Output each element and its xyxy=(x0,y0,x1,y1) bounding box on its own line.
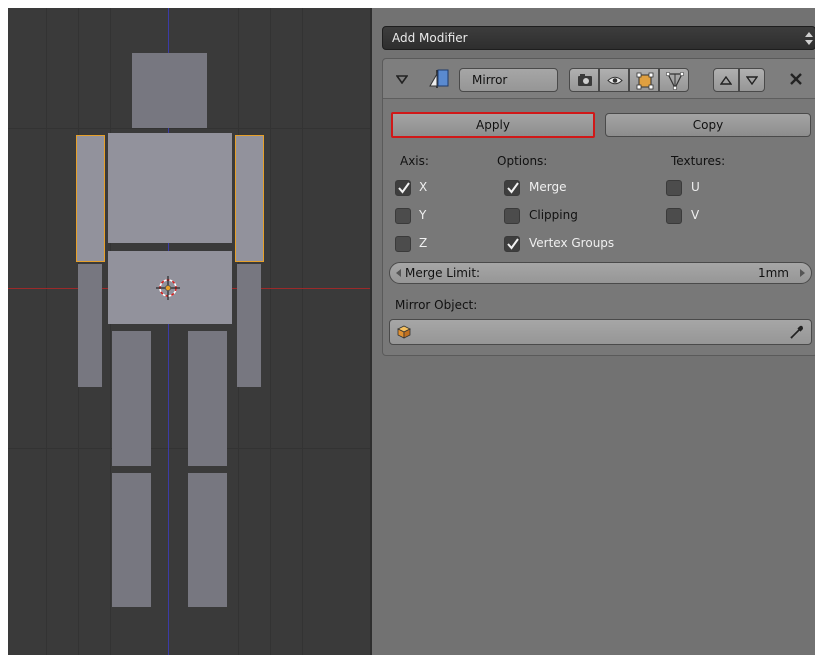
grid-line xyxy=(46,8,47,655)
viewport-toggle-button[interactable] xyxy=(599,68,629,92)
checkbox-box[interactable] xyxy=(395,180,411,196)
clipping-label: Clipping xyxy=(529,208,578,222)
editmode-toggle-button[interactable] xyxy=(629,68,659,92)
grid-line xyxy=(8,128,370,129)
mesh-thigh-right[interactable] xyxy=(188,331,227,466)
texture-u-label: U xyxy=(691,180,700,194)
eyedropper-icon[interactable] xyxy=(789,324,805,340)
merge-limit-label: Merge Limit: xyxy=(405,266,481,280)
checkbox-box[interactable] xyxy=(666,180,682,196)
grid-line xyxy=(110,8,111,655)
add-modifier-label: Add Modifier xyxy=(392,31,468,45)
options-heading: Options: xyxy=(497,154,548,168)
checkbox-box[interactable] xyxy=(504,236,520,252)
mesh-head[interactable] xyxy=(132,53,207,128)
triangle-down-icon[interactable] xyxy=(396,75,408,84)
up-down-arrows-icon xyxy=(805,32,813,45)
grid-line xyxy=(270,8,271,655)
cube-icon xyxy=(397,325,411,339)
vertex-triangle-icon xyxy=(666,72,684,90)
move-down-button[interactable] xyxy=(739,68,765,92)
camera-icon xyxy=(578,74,592,86)
checkmark-icon xyxy=(507,182,519,194)
vertex-groups-label: Vertex Groups xyxy=(529,236,615,250)
mirror-modifier-box: Mirror Apply Copy Axis: Options: Texture… xyxy=(382,58,815,356)
eye-icon xyxy=(607,76,623,85)
axis-y-label: Y xyxy=(419,208,427,222)
axis-heading: Axis: xyxy=(400,154,429,168)
mesh-upper-arm-right[interactable] xyxy=(235,135,264,262)
checkbox-box[interactable] xyxy=(395,208,411,224)
copy-button[interactable]: Copy xyxy=(605,113,811,137)
mesh-forearm-right[interactable] xyxy=(237,264,261,387)
arrow-down-icon xyxy=(746,76,758,85)
render-toggle-button[interactable] xyxy=(569,68,599,92)
editmode-icon xyxy=(636,72,654,90)
mirror-object-label: Mirror Object: xyxy=(395,298,478,312)
merge-limit-value: 1mm xyxy=(757,266,789,280)
3d-viewport[interactable] xyxy=(8,8,370,655)
checkbox-box[interactable] xyxy=(504,180,520,196)
texture-v-label: V xyxy=(691,208,700,222)
mesh-torso[interactable] xyxy=(108,133,232,243)
merge-limit-slider[interactable]: Merge Limit: 1mm xyxy=(389,262,812,284)
add-modifier-dropdown[interactable]: Add Modifier xyxy=(382,26,815,50)
checkmark-icon xyxy=(507,238,519,250)
checkbox-box[interactable] xyxy=(395,236,411,252)
axis-x-label: X xyxy=(419,180,428,194)
cage-toggle-button[interactable] xyxy=(659,68,689,92)
move-up-button[interactable] xyxy=(713,68,739,92)
modifier-properties-panel: Add Modifier Mirror Apply Copy Axis: Opt… xyxy=(370,8,815,655)
3d-cursor-icon[interactable] xyxy=(156,276,180,300)
arrow-up-icon xyxy=(720,76,732,85)
checkbox-box[interactable] xyxy=(666,208,682,224)
grid-line xyxy=(302,8,303,655)
mesh-thigh-left[interactable] xyxy=(112,331,151,466)
mesh-shin-right[interactable] xyxy=(188,473,227,607)
mesh-forearm-left[interactable] xyxy=(78,264,102,387)
mesh-shin-left[interactable] xyxy=(112,473,151,607)
checkmark-icon xyxy=(398,182,410,194)
checkbox-box[interactable] xyxy=(504,208,520,224)
textures-heading: Textures: xyxy=(671,154,726,168)
mirror-modifier-icon xyxy=(429,69,449,88)
increment-arrow-icon[interactable] xyxy=(800,269,805,277)
axis-z-label: Z xyxy=(419,236,428,250)
modifier-name: Mirror xyxy=(472,73,508,87)
modifier-name-field[interactable]: Mirror xyxy=(459,68,558,92)
modifier-header: Mirror xyxy=(383,59,815,99)
mesh-upper-arm-left[interactable] xyxy=(76,135,105,262)
merge-label: Merge xyxy=(529,180,567,194)
decrement-arrow-icon[interactable] xyxy=(396,269,401,277)
close-icon[interactable] xyxy=(789,72,803,86)
mirror-object-field[interactable] xyxy=(389,319,812,345)
apply-button[interactable]: Apply xyxy=(391,112,595,138)
